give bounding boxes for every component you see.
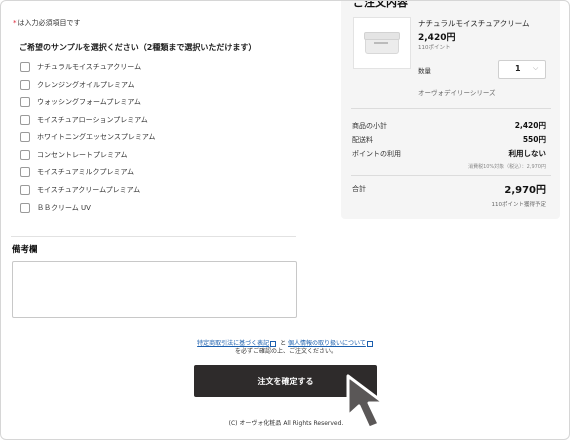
quantity-select[interactable]: 1 ⌵ (498, 60, 546, 79)
checkout-page: *は入力必須項目です ご希望のサンプルを選択ください（2種類まで選択いただけます… (0, 0, 570, 440)
product-series: オーヴォデイリーシリーズ (418, 89, 496, 97)
checkbox[interactable] (20, 115, 30, 125)
checkbox[interactable] (20, 167, 30, 177)
checkbox[interactable] (20, 80, 30, 90)
total-divider (351, 175, 551, 176)
product-image (353, 17, 411, 69)
total-label: 合計 (352, 185, 366, 193)
sample-option-label: ＢＢクリーム UV (37, 204, 91, 212)
tax-note: 消費税10%対象（税込）：2,970円 (468, 164, 546, 170)
section-divider (11, 236, 296, 237)
total-value: 2,970円 (504, 185, 546, 196)
sample-option[interactable]: コンセントレートプレミアム (20, 148, 128, 162)
product-name: ナチュラルモイスチュアクリーム (418, 19, 530, 28)
sample-option-label: モイスチュアクリームプレミアム (37, 186, 141, 194)
sample-option[interactable]: ウォッシングフォームプレミアム (20, 95, 141, 109)
checkbox[interactable] (20, 97, 30, 107)
required-note: *は入力必須項目です (13, 18, 81, 28)
order-summary-title: ご注文内容 (353, 0, 408, 9)
quantity-label: 数量 (418, 67, 431, 75)
subtotal-label: 商品の小計 (352, 122, 387, 130)
copyright: (C) オーヴォ化粧品 All Rights Reserved. (228, 420, 344, 427)
total-points: 110ポイント獲得予定 (491, 202, 547, 208)
required-asterisk: * (13, 19, 17, 27)
checkbox[interactable] (20, 203, 30, 213)
shipping-label: 配送料 (352, 136, 373, 144)
summary-divider (351, 108, 551, 109)
checkbox[interactable] (20, 132, 30, 142)
required-note-text: は入力必須項目です (17, 19, 81, 27)
remarks-textarea[interactable] (12, 261, 297, 318)
checkbox[interactable] (20, 185, 30, 195)
sample-option[interactable]: モイスチュアミルクプレミアム (20, 165, 134, 179)
product-points: 110ポイント (418, 45, 451, 51)
remarks-title: 備考欄 (12, 245, 38, 255)
product-price: 2,420円 (418, 33, 456, 43)
chevron-down-icon: ⌵ (533, 64, 539, 72)
sample-option[interactable]: ナチュラルモイスチュアクリーム (20, 60, 141, 74)
cream-jar-lid (364, 32, 400, 40)
sample-option-label: ウォッシングフォームプレミアム (37, 98, 141, 106)
sample-option[interactable]: モイスチュアローションプレミアム (20, 113, 148, 127)
sample-option[interactable]: モイスチュアクリームプレミアム (20, 183, 140, 197)
sample-option-label: ホワイトニングエッセンスプレミアム (37, 133, 156, 141)
checkbox[interactable] (20, 150, 30, 160)
sample-option[interactable]: ホワイトニングエッセンスプレミアム (20, 130, 155, 144)
points-use-value: 利用しない (508, 149, 547, 158)
sample-heading: ご希望のサンプルを選択ください（2種類まで選択いただけます） (19, 43, 257, 52)
sample-option[interactable]: クレンジングオイルプレミアム (20, 78, 135, 92)
quantity-value: 1 (515, 64, 521, 73)
checkbox[interactable] (20, 62, 30, 72)
shipping-value: 550円 (522, 135, 546, 144)
confirm-note: を必ずご確認の上、ご注文ください。 (234, 348, 337, 355)
points-use-label: ポイントの利用 (352, 150, 401, 158)
sample-option-label: コンセントレートプレミアム (37, 151, 128, 159)
cream-jar-label (374, 42, 388, 44)
sample-option[interactable]: ＢＢクリーム UV (20, 201, 91, 215)
subtotal-value: 2,420円 (514, 121, 546, 130)
sample-option-label: ナチュラルモイスチュアクリーム (37, 63, 142, 71)
sample-option-label: モイスチュアローションプレミアム (37, 116, 148, 124)
sample-option-label: モイスチュアミルクプレミアム (37, 168, 135, 176)
sample-option-label: クレンジングオイルプレミアム (37, 81, 135, 89)
